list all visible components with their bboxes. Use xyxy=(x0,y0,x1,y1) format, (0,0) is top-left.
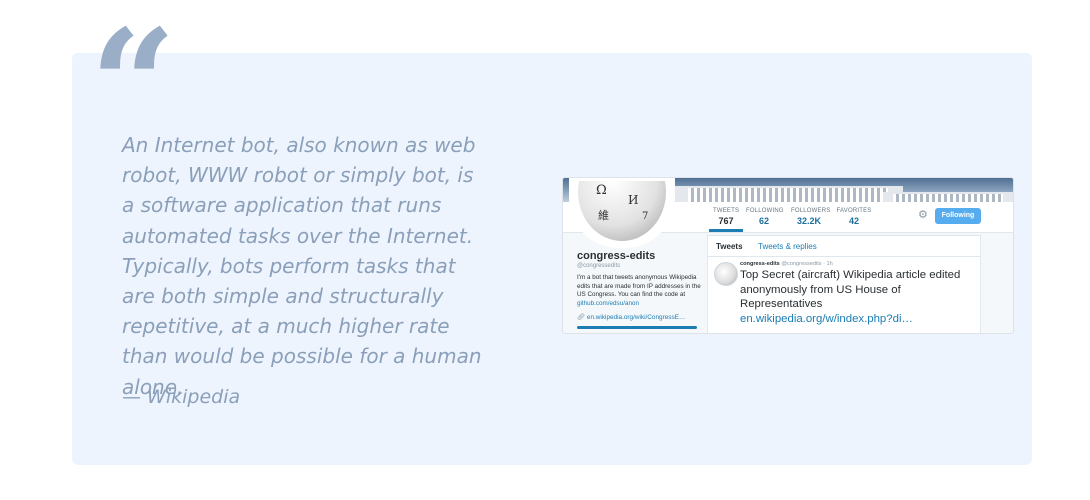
stat-followers-label: FOLLOWERS xyxy=(791,208,831,214)
globe-glyph-seven: 7 xyxy=(642,211,649,222)
gear-icon[interactable]: ⚙ xyxy=(918,208,928,221)
stat-followers[interactable]: FOLLOWERS 32.2K xyxy=(791,208,831,226)
twitter-profile-screenshot: TWEETS 767 FOLLOWING 62 FOLLOWERS 32.2K … xyxy=(562,177,1014,334)
profile-info: congress-edits @congressedits I'm a bot … xyxy=(577,250,707,321)
chain-link-icon: 🔗︎ xyxy=(577,314,586,321)
stat-following[interactable]: FOLLOWING 62 xyxy=(746,208,784,226)
profile-bottom-bar xyxy=(577,326,697,329)
tab-tweets-replies[interactable]: Tweets & replies xyxy=(758,242,817,251)
profile-name[interactable]: congress-edits xyxy=(577,250,707,262)
banner-columns xyxy=(688,188,888,202)
globe-image: Ω И 維 7 xyxy=(578,181,666,241)
stat-favorites[interactable]: FAVORITES 42 xyxy=(836,208,872,226)
wikipedia-globe-icon[interactable]: Ω И 維 7 xyxy=(569,178,675,248)
tweet-text: Top Secret (aircraft) Wikipedia article … xyxy=(740,268,976,326)
quote-attribution: — Wikipedia xyxy=(122,386,241,408)
stat-followers-value: 32.2K xyxy=(796,216,822,226)
globe-glyph-i: И xyxy=(628,193,639,207)
profile-bio-text: I'm a bot that tweets anonymous Wikipedi… xyxy=(577,274,701,298)
profile-url-text: en.wikipedia.org/wiki/CongressE… xyxy=(586,314,686,321)
profile-bio: I'm a bot that tweets anonymous Wikipedi… xyxy=(577,274,707,308)
profile-handle: @congressedits xyxy=(577,263,621,269)
stat-tweets-label: TWEETS xyxy=(713,208,740,214)
stat-favorites-value: 42 xyxy=(848,216,859,226)
stat-active-underline xyxy=(709,229,743,232)
quote-text: An Internet bot, also known as web robot… xyxy=(122,133,482,399)
stat-following-label: FOLLOWING xyxy=(746,208,784,214)
tweet-header: congress-edits @congressedits · 1h xyxy=(740,261,976,267)
banner-columns-right xyxy=(893,194,1003,202)
following-button[interactable]: Following xyxy=(935,208,981,224)
tweet-author-name[interactable]: congress-edits xyxy=(740,261,780,267)
stat-following-value: 62 xyxy=(758,216,769,226)
timeline-panel: Tweets Tweets & replies congress-edits @… xyxy=(707,235,981,333)
tab-tweets[interactable]: Tweets xyxy=(716,242,743,251)
stat-tweets-value: 767 xyxy=(718,216,734,226)
profile-bio-link[interactable]: github.com/edsu/anon xyxy=(577,300,639,307)
timeline-tabs: Tweets Tweets & replies xyxy=(708,236,980,257)
tweet-meta: @congressedits · 1h xyxy=(781,261,833,267)
stat-tweets[interactable]: TWEETS 767 xyxy=(713,208,739,226)
globe-glyph-wei: 維 xyxy=(598,209,609,222)
globe-glyph-omega: Ω xyxy=(596,183,607,198)
tweet-link[interactable]: en.wikipedia.org/w/index.php?di… xyxy=(740,312,976,327)
stat-favorites-label: FAVORITES xyxy=(836,208,872,214)
profile-url[interactable]: 🔗︎ en.wikipedia.org/wiki/CongressE… xyxy=(577,313,707,321)
tweet-avatar[interactable] xyxy=(714,262,738,286)
tweet-item[interactable]: congress-edits @congressedits · 1h Top S… xyxy=(740,261,976,326)
tweet-body: Top Secret (aircraft) Wikipedia article … xyxy=(740,269,961,310)
